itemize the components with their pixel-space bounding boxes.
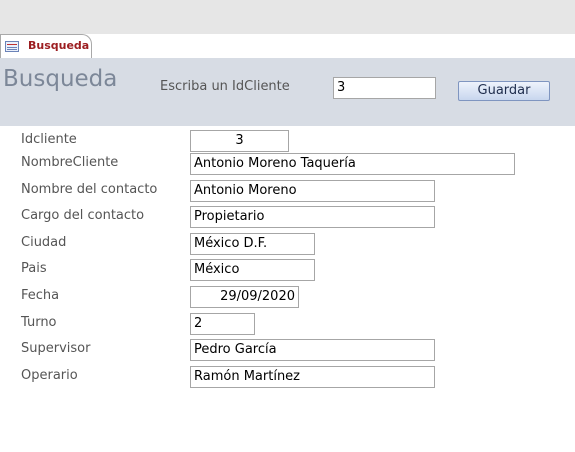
window-top-band (0, 0, 575, 34)
fecha-field[interactable]: 29/09/2020 (190, 286, 299, 308)
nombrecliente-label: NombreCliente (21, 155, 119, 170)
form-icon (5, 41, 19, 52)
fecha-label: Fecha (21, 288, 60, 303)
nombre-contacto-field[interactable]: Antonio Moreno (190, 180, 435, 202)
supervisor-field[interactable]: Pedro García (190, 339, 435, 361)
form-title: Busqueda (3, 66, 118, 92)
ciudad-label: Ciudad (21, 235, 67, 250)
idcliente-search-input[interactable]: 3 (333, 77, 436, 99)
tab-label: Busqueda (28, 39, 90, 52)
guardar-button[interactable]: Guardar (458, 81, 550, 101)
pais-field[interactable]: México (190, 259, 315, 281)
cargo-contacto-field[interactable]: Propietario (190, 206, 435, 228)
idcliente-prompt-label: Escriba un IdCliente (160, 79, 290, 94)
pais-label: Pais (21, 261, 47, 276)
operario-label: Operario (21, 368, 78, 383)
nombrecliente-field[interactable]: Antonio Moreno Taquería (190, 153, 515, 175)
idcliente-field[interactable]: 3 (190, 130, 289, 152)
supervisor-label: Supervisor (21, 341, 91, 356)
turno-label: Turno (21, 315, 57, 330)
ciudad-field[interactable]: México D.F. (190, 233, 315, 255)
operario-field[interactable]: Ramón Martínez (190, 366, 435, 388)
document-tab-bar: Busqueda (0, 34, 575, 59)
cargo-contacto-label: Cargo del contacto (21, 208, 145, 223)
turno-field[interactable]: 2 (190, 313, 255, 335)
nombre-contacto-label: Nombre del contacto (21, 182, 158, 197)
tab-busqueda[interactable]: Busqueda (0, 34, 92, 58)
idcliente-label: Idcliente (21, 132, 77, 147)
form-header: Busqueda Escriba un IdCliente 3 Guardar (0, 58, 575, 126)
